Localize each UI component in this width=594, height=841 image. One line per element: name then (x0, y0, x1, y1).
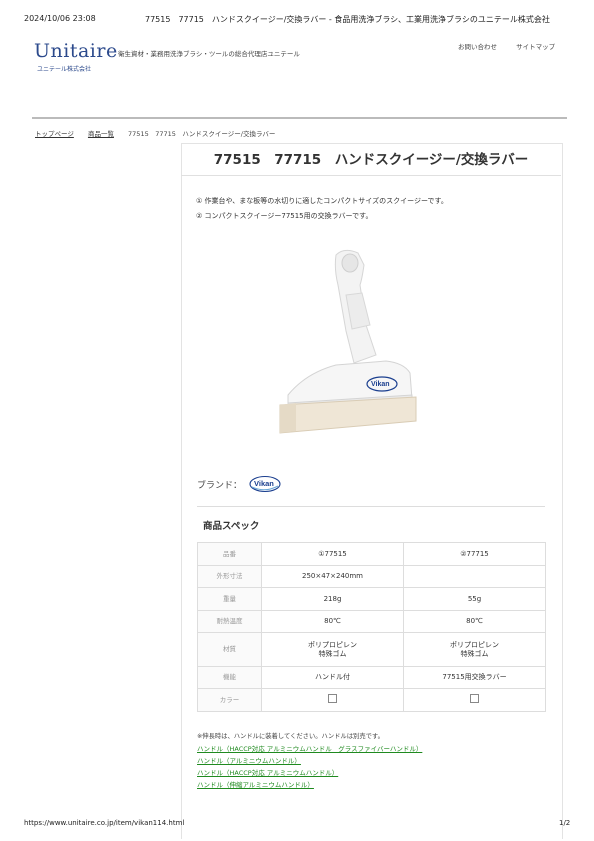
page-number: 1/2 (559, 819, 571, 827)
image-brand-logo: Vikan (371, 381, 390, 388)
material-line: 特殊ゴム (318, 649, 347, 658)
spec-value: 77515用交換ラバー (403, 666, 546, 689)
logo-subtitle: ユニテール株式会社 (37, 66, 92, 73)
brand-label: ブランド： (197, 480, 243, 491)
color-cell (261, 688, 404, 712)
spec-value: ②77715 (403, 542, 546, 566)
header-divider (32, 117, 567, 119)
sitemap-link[interactable]: サイトマップ (516, 43, 555, 51)
spec-label: 重量 (197, 587, 262, 611)
spec-value: ハンドル付 (261, 666, 404, 689)
breadcrumb-current: 77515 77715 ハンドスクイージー/交換ラバー (128, 130, 276, 138)
table-row: 品番 ①77515 ②77715 (197, 542, 546, 566)
brand-row: ブランド： Vikan (197, 475, 282, 493)
spec-value: 55g (403, 587, 546, 611)
spec-divider-top (197, 506, 545, 507)
spec-label: 外形寸法 (197, 565, 262, 588)
handle-link-3[interactable]: ハンドル（HACCP対応 アルミニウムハンドル） (197, 767, 338, 777)
spec-table: 品番 ①77515 ②77715 外形寸法 250×47×240mm 重量 21… (197, 542, 546, 712)
color-cell (403, 688, 546, 712)
site-logo[interactable]: Unitaire (34, 40, 118, 62)
site-tagline: 衛生資材・業務用洗浄ブラシ・ツールの総合代理店ユニテール (118, 50, 300, 58)
color-swatch-white (328, 694, 337, 704)
spec-title: 商品スペック (203, 521, 260, 532)
spec-label: 材質 (197, 632, 262, 667)
spec-value: 80℃ (403, 610, 546, 633)
table-row: 耐熱温度 80℃ 80℃ (197, 610, 546, 633)
breadcrumb-items[interactable]: 商品一覧 (88, 130, 114, 138)
spec-value: ポリプロピレン 特殊ゴム (403, 632, 546, 667)
product-description-1: ① 作業台や、まな板等の水切りに適したコンパクトサイズのスクイージーです。 (196, 197, 448, 205)
product-image: Vikan (279, 249, 417, 434)
handle-note: ※伸長時は、ハンドルに装着してください。ハンドルは別売です。 (197, 733, 384, 740)
spec-label: 機能 (197, 666, 262, 689)
print-header: 2024/10/06 23:08 77515 77715 ハンドスクイージー/交… (24, 14, 550, 24)
brand-name: Vikan (254, 479, 274, 488)
handle-link-2[interactable]: ハンドル（アルミニウムハンドル） (197, 755, 301, 765)
material-line: ポリプロピレン (450, 640, 499, 649)
print-datetime: 2024/10/06 23:08 (24, 14, 96, 23)
spec-value: 250×47×240mm (261, 565, 404, 588)
table-row: カラー (197, 688, 546, 712)
table-row: 重量 218g 55g (197, 587, 546, 611)
spec-label: カラー (197, 688, 262, 712)
spec-value (403, 565, 546, 588)
breadcrumb: トップページ 商品一覧 77515 77715 ハンドスクイージー/交換ラバー (35, 128, 275, 138)
spec-label: 品番 (197, 542, 262, 566)
footer-url: https://www.unitaire.co.jp/item/vikan114… (24, 819, 185, 827)
table-row: 外形寸法 250×47×240mm (197, 565, 546, 588)
page-title: 77515 77715 ハンドスクイージー/交換ラバー (181, 145, 561, 176)
vikan-logo-icon: Vikan (249, 475, 281, 493)
material-line: ポリプロピレン (308, 640, 357, 649)
table-row: 機能 ハンドル付 77515用交換ラバー (197, 666, 546, 689)
top-links: お問い合わせ サイトマップ (458, 41, 572, 51)
spec-value: ポリプロピレン 特殊ゴム (261, 632, 404, 667)
breadcrumb-home[interactable]: トップページ (35, 130, 74, 138)
spec-value: ①77515 (261, 542, 404, 566)
spec-value: 218g (261, 587, 404, 611)
handle-link-1[interactable]: ハンドル（HACCP対応 アルミニウムハンドル グラスファイバーハンドル） (197, 743, 422, 753)
handle-link-4[interactable]: ハンドル（伸縮アルミニウムハンドル） (197, 779, 314, 789)
contact-link[interactable]: お問い合わせ (458, 43, 497, 51)
material-line: 特殊ゴム (460, 649, 489, 658)
spec-value: 80℃ (261, 610, 404, 633)
product-description-2: ② コンパクトスクイージー77515用の交換ラバーです。 (196, 212, 373, 220)
spec-label: 耐熱温度 (197, 610, 262, 633)
color-swatch-white (470, 694, 479, 704)
table-row: 材質 ポリプロピレン 特殊ゴム ポリプロピレン 特殊ゴム (197, 632, 546, 667)
print-title: 77515 77715 ハンドスクイージー/交換ラバー - 食品用洗浄ブラシ、工… (145, 15, 550, 24)
